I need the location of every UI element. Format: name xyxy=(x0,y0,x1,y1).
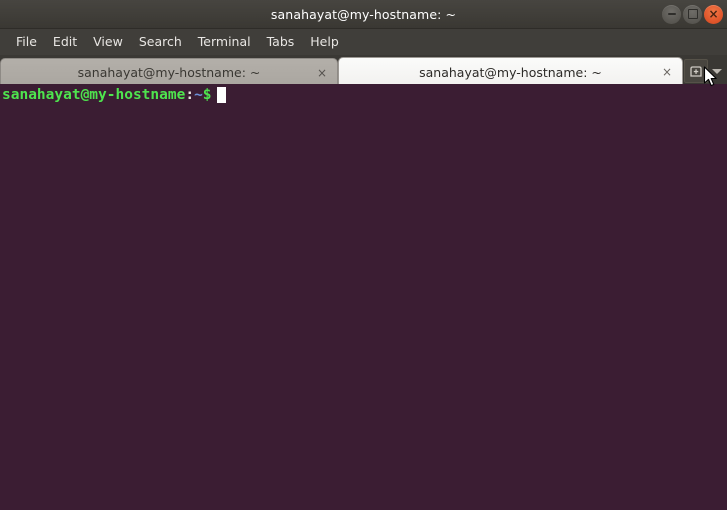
tab-bar-controls xyxy=(684,56,727,86)
window-title: sanahayat@my-hostname: ~ xyxy=(270,6,457,22)
tab-bar: sanahayat@my-hostname: ~ × sanahayat@my-… xyxy=(0,56,727,86)
window-controls: × xyxy=(662,0,723,28)
terminal-prompt-line: sanahayat@my-hostname: ~ $ xyxy=(2,86,727,104)
prompt-user-host: sanahayat@my-hostname xyxy=(2,87,186,103)
tab-2-close-icon[interactable]: × xyxy=(662,66,672,78)
minimize-icon xyxy=(667,13,676,15)
menu-item-file[interactable]: File xyxy=(8,31,45,53)
tab-1[interactable]: sanahayat@my-hostname: ~ × xyxy=(0,58,338,86)
menu-item-help[interactable]: Help xyxy=(302,31,347,53)
new-tab-icon xyxy=(690,66,702,77)
prompt-separator: : xyxy=(185,87,195,103)
title-bar: sanahayat@my-hostname: ~ × xyxy=(0,0,727,29)
menu-item-edit[interactable]: Edit xyxy=(45,31,85,53)
menu-bar: File Edit View Search Terminal Tabs Help xyxy=(0,29,727,56)
maximize-button[interactable] xyxy=(683,4,702,24)
tab-1-close-icon[interactable]: × xyxy=(317,67,327,79)
close-icon: × xyxy=(708,6,719,21)
menu-item-view[interactable]: View xyxy=(85,31,131,53)
terminal-output-area[interactable]: sanahayat@my-hostname: ~ $ xyxy=(0,84,727,510)
tab-2-label: sanahayat@my-hostname: ~ xyxy=(419,64,602,80)
prompt-path: ~ xyxy=(194,87,203,103)
terminal-window: sanahayat@my-hostname: ~ × File Edit Vie… xyxy=(0,0,727,510)
terminal-cursor xyxy=(216,87,226,103)
chevron-down-icon xyxy=(712,68,722,74)
prompt-symbol: $ xyxy=(202,87,212,103)
tab-1-label: sanahayat@my-hostname: ~ xyxy=(77,65,261,80)
minimize-button[interactable] xyxy=(662,4,681,24)
menu-item-tabs[interactable]: Tabs xyxy=(259,31,303,53)
new-tab-button[interactable] xyxy=(684,59,708,83)
close-button[interactable]: × xyxy=(704,4,723,24)
menu-item-terminal[interactable]: Terminal xyxy=(190,31,259,53)
menu-item-search[interactable]: Search xyxy=(131,31,190,53)
maximize-icon xyxy=(687,9,698,19)
tab-list-button[interactable] xyxy=(709,60,725,82)
tab-2[interactable]: sanahayat@my-hostname: ~ × xyxy=(338,57,683,86)
